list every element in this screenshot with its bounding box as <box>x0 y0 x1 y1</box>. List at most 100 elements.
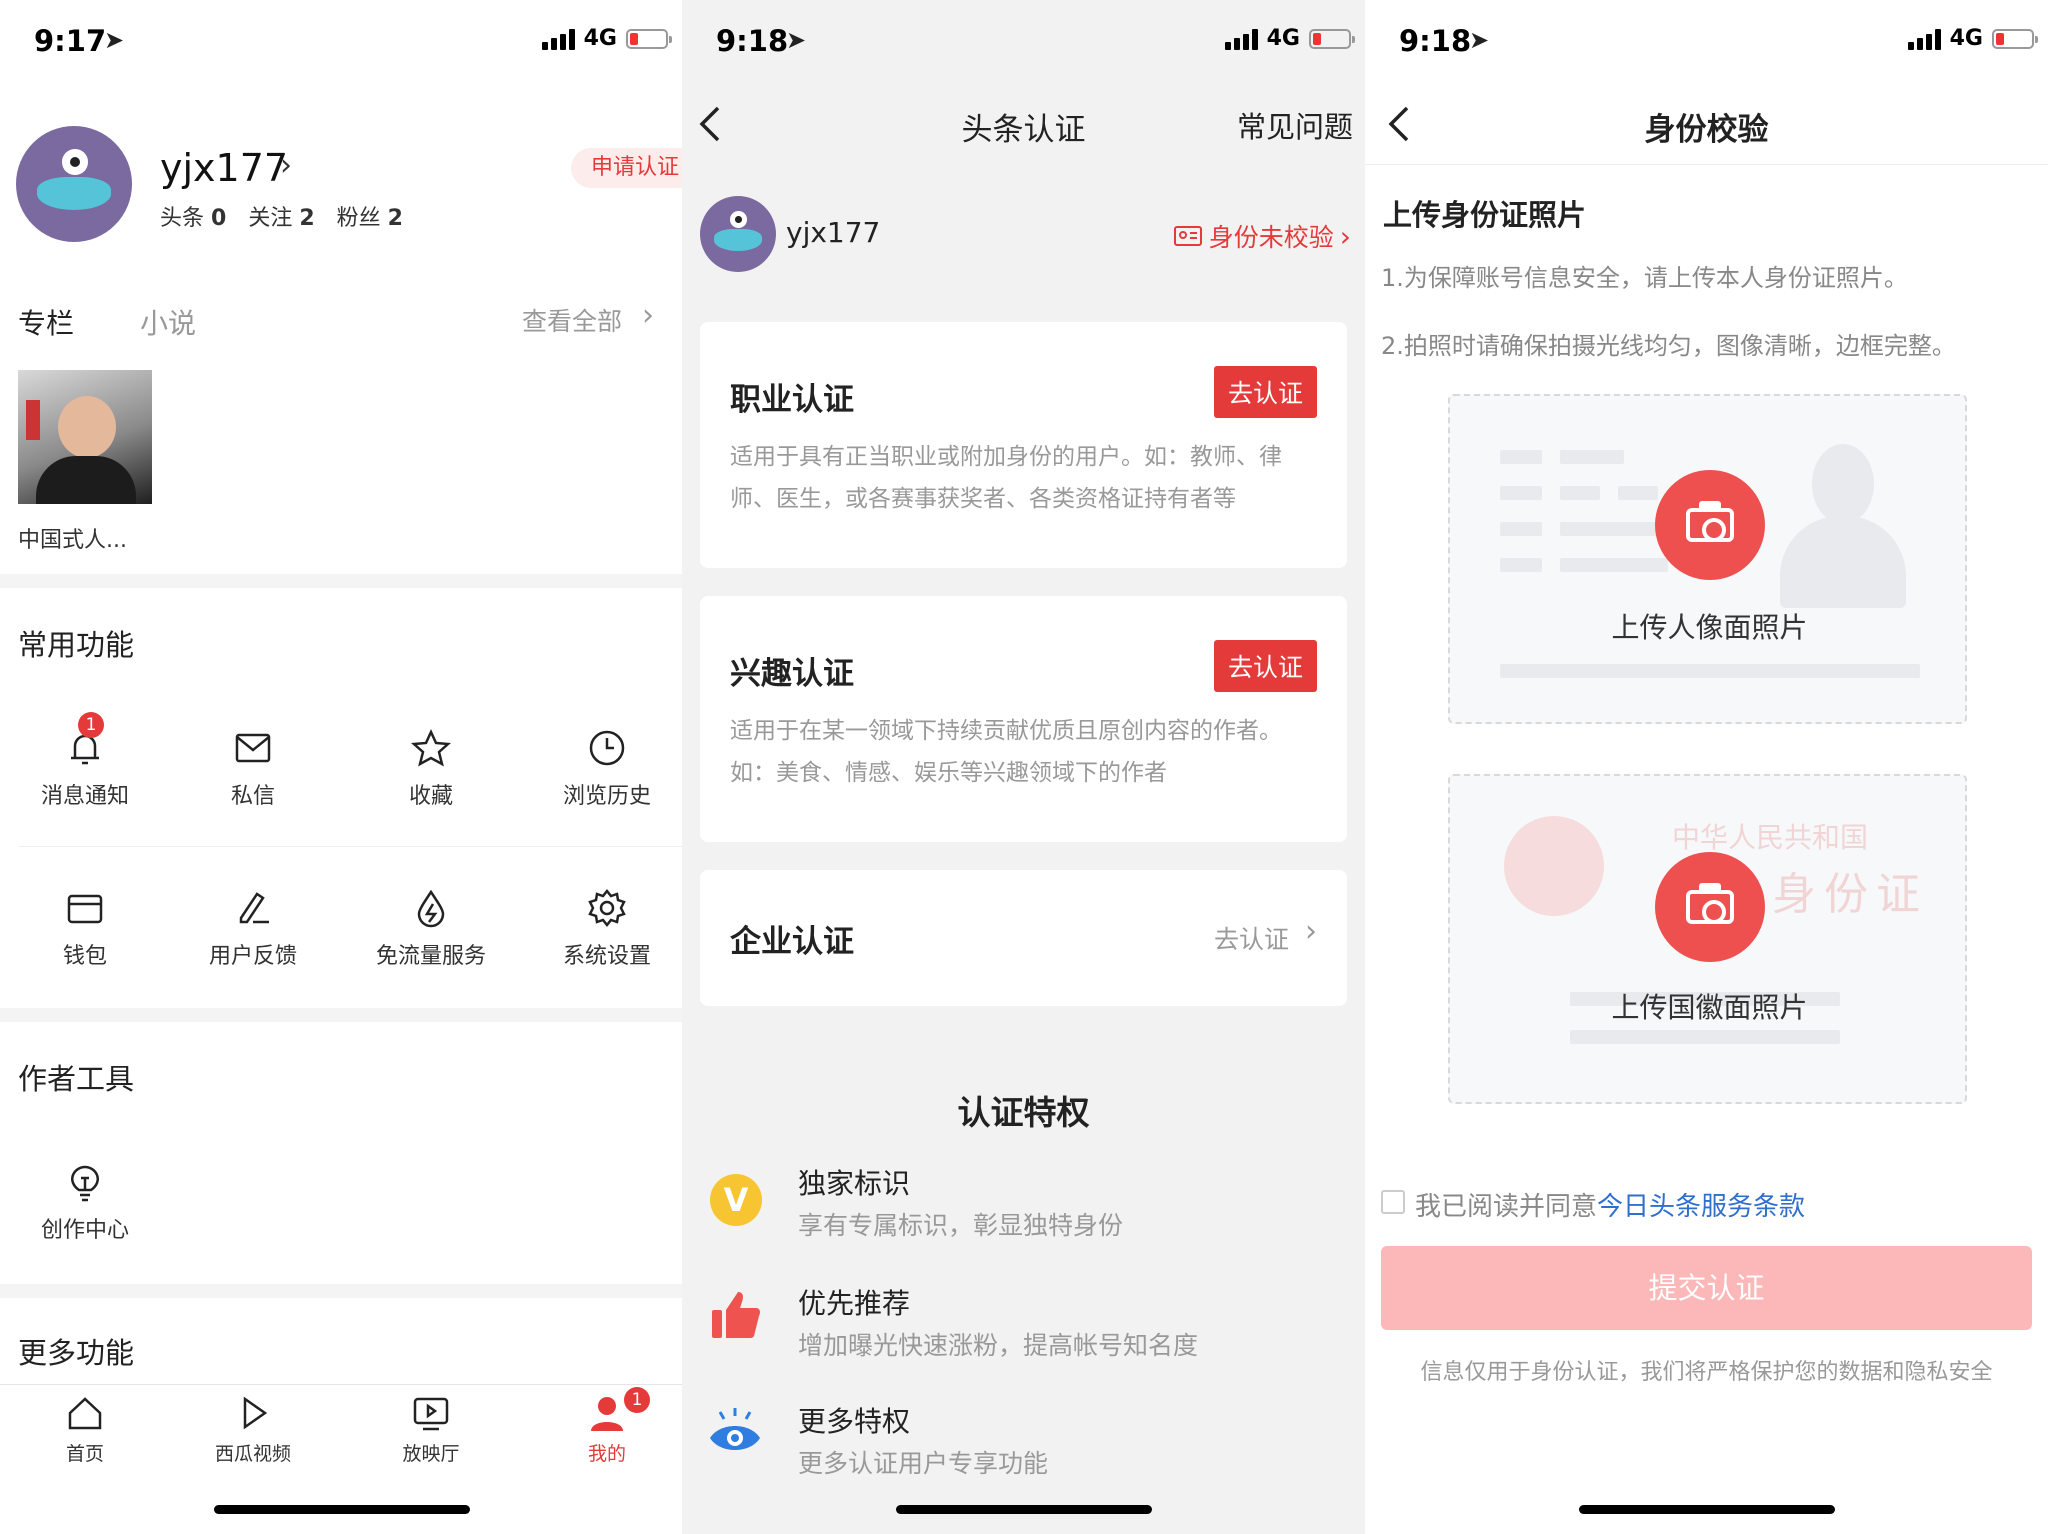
header-divider <box>1365 164 2048 165</box>
location-arrow-icon: ➤ <box>1469 26 1490 54</box>
drop-icon <box>417 889 445 928</box>
status-time: 9:17 <box>34 24 107 58</box>
submit-button[interactable]: 提交认证 <box>1381 1246 2032 1330</box>
func-creator-center[interactable]: 创作中心 <box>0 1162 170 1244</box>
card-watermark: 身份证 <box>1772 869 1928 920</box>
national-emblem-icon <box>1504 816 1604 916</box>
battery-icon <box>1992 28 2038 49</box>
home-indicator <box>214 1505 470 1514</box>
column-thumbnail[interactable] <box>18 370 152 504</box>
func-feedback[interactable]: 用户反馈 <box>168 888 338 970</box>
camera-icon[interactable] <box>1655 470 1765 580</box>
upload-front-label: 上传人像面照片 <box>1611 611 1808 644</box>
privilege-title: 独家标识 <box>798 1167 911 1200</box>
card-title: 职业认证 <box>730 382 854 418</box>
func-wallet[interactable]: 钱包 <box>0 888 170 970</box>
tabbar-border <box>0 1384 682 1385</box>
username[interactable]: yjx177 <box>160 146 288 190</box>
id-card-icon <box>1173 226 1202 246</box>
more-functions-title: 更多功能 <box>18 1336 135 1370</box>
section-title: 上传身份证照片 <box>1383 198 1587 232</box>
func-favorites[interactable]: 收藏 <box>346 728 516 810</box>
status-time: 9:18 <box>716 24 789 58</box>
status-indicators: 4G <box>541 26 672 51</box>
stat-following[interactable]: 关注 2 <box>248 200 314 232</box>
status-time: 9:18 <box>1399 24 1472 58</box>
username: yjx177 <box>786 216 881 249</box>
status-indicators: 4G <box>1907 26 2038 51</box>
func-free-data[interactable]: 免流量服务 <box>346 888 516 970</box>
star-icon <box>411 728 451 767</box>
upload-back-label: 上传国徽面照片 <box>1611 991 1808 1024</box>
mail-icon <box>235 733 271 763</box>
interest-verify-button[interactable]: 去认证 <box>1213 640 1317 692</box>
location-arrow-icon: ➤ <box>786 26 807 54</box>
func-settings[interactable]: 系统设置 <box>522 888 682 970</box>
column-item-title[interactable]: 中国式人... <box>18 522 127 554</box>
terms-link[interactable]: 今日头条服务条款 <box>1597 1192 1805 1222</box>
apply-verification-badge[interactable]: 申请认证 <box>571 148 682 188</box>
func-notifications[interactable]: 1 消息通知 <box>0 712 170 810</box>
stat-fans[interactable]: 粉丝 2 <box>337 200 403 232</box>
privilege-title: 优先推荐 <box>798 1287 911 1320</box>
home-icon <box>68 1397 102 1430</box>
notification-badge: 1 <box>78 712 104 738</box>
row-divider <box>18 846 682 847</box>
user-icon <box>591 1397 623 1431</box>
signal-icon <box>541 28 575 50</box>
clock-icon <box>589 730 625 766</box>
tip-2: 2.拍照时请确保拍摄光线均匀，图像清晰，边框完整。 <box>1381 332 1956 360</box>
location-arrow-icon: ➤ <box>104 26 125 54</box>
pen-icon <box>239 892 269 924</box>
func-history[interactable]: 浏览历史 <box>522 728 682 810</box>
verification-screen: 9:18 ➤ 4G 头条认证 常见问题 yjx177 身份未校验 › 职业认证 … <box>682 0 1365 1534</box>
tab-cinema[interactable]: 放映厅 <box>346 1393 516 1466</box>
stat-toutiao[interactable]: 头条 0 <box>160 200 226 232</box>
network-type: 4G <box>1266 26 1300 51</box>
tab-xigua-video[interactable]: 西瓜视频 <box>168 1393 338 1466</box>
tab-column[interactable]: 专栏 <box>18 302 74 342</box>
enterprise-card[interactable]: 企业认证 去认证 › <box>700 870 1347 1006</box>
section-divider <box>0 1008 682 1022</box>
privilege-title: 更多特权 <box>798 1405 911 1438</box>
id-verification-screen: 9:18 ➤ 4G 身份校验 上传身份证照片 1.为保障账号信息安全，请上传本人… <box>1365 0 2048 1534</box>
privacy-footer: 信息仅用于身份认证，我们将严格保护您的数据和隐私安全 <box>1420 1360 1993 1385</box>
privilege-desc: 更多认证用户专享功能 <box>798 1449 1049 1478</box>
home-indicator <box>896 1505 1152 1514</box>
section-divider <box>0 574 682 588</box>
card-desc: 适用于在某一领域下持续贡献优质且原创内容的作者。如：美食、情感、娱乐等兴趣领域下… <box>730 718 1282 786</box>
card-title: 兴趣认证 <box>730 656 854 692</box>
avatar <box>700 196 776 272</box>
upload-back-box[interactable]: 中华人民共和国 身份证 上传国徽面照片 <box>1448 774 1967 1104</box>
enterprise-verify-link[interactable]: 去认证 <box>1214 920 1289 956</box>
eye-icon <box>710 1408 760 1450</box>
mine-screen: 9:17 ➤ 4G yjx177 › 头条 0 关注 2 粉丝 2 申请认证 专… <box>0 0 682 1534</box>
network-type: 4G <box>583 26 617 51</box>
upload-front-box[interactable]: 上传人像面照片 <box>1448 394 1967 724</box>
card-desc: 适用于具有正当职业或附加身份的用户。如：教师、律师、医生，或各赛事获奖者、各类资… <box>730 444 1282 512</box>
privileges-title: 认证特权 <box>957 1093 1090 1132</box>
view-all-link[interactable]: 查看全部 <box>522 302 622 338</box>
avatar[interactable] <box>16 126 132 242</box>
privilege-desc: 享有专属标识，彰显独特身份 <box>798 1211 1124 1240</box>
camera-icon[interactable] <box>1655 852 1765 962</box>
professional-verify-button[interactable]: 去认证 <box>1213 366 1317 418</box>
tab-mine[interactable]: 1 我的 <box>522 1387 682 1466</box>
tv-icon <box>413 1397 449 1431</box>
card-title: 企业认证 <box>730 924 854 960</box>
faq-link[interactable]: 常见问题 <box>1237 104 1353 146</box>
agree-checkbox[interactable] <box>1381 1190 1405 1214</box>
func-messages[interactable]: 私信 <box>168 728 338 810</box>
wallet-icon <box>67 894 103 924</box>
id-status-link[interactable]: 身份未校验 › <box>1173 218 1351 254</box>
battery-icon <box>626 28 672 49</box>
signal-icon <box>1224 28 1258 50</box>
lightbulb-icon <box>71 1165 99 1202</box>
card-watermark: 中华人民共和国 <box>1672 821 1869 854</box>
tab-home[interactable]: 首页 <box>0 1393 170 1466</box>
chevron-right-icon: › <box>642 298 654 333</box>
privilege-desc: 增加曝光快速涨粉，提高帐号知名度 <box>798 1331 1199 1360</box>
chevron-right-icon[interactable]: › <box>280 148 292 183</box>
tab-novel[interactable]: 小说 <box>140 302 196 342</box>
play-icon <box>243 1396 268 1430</box>
